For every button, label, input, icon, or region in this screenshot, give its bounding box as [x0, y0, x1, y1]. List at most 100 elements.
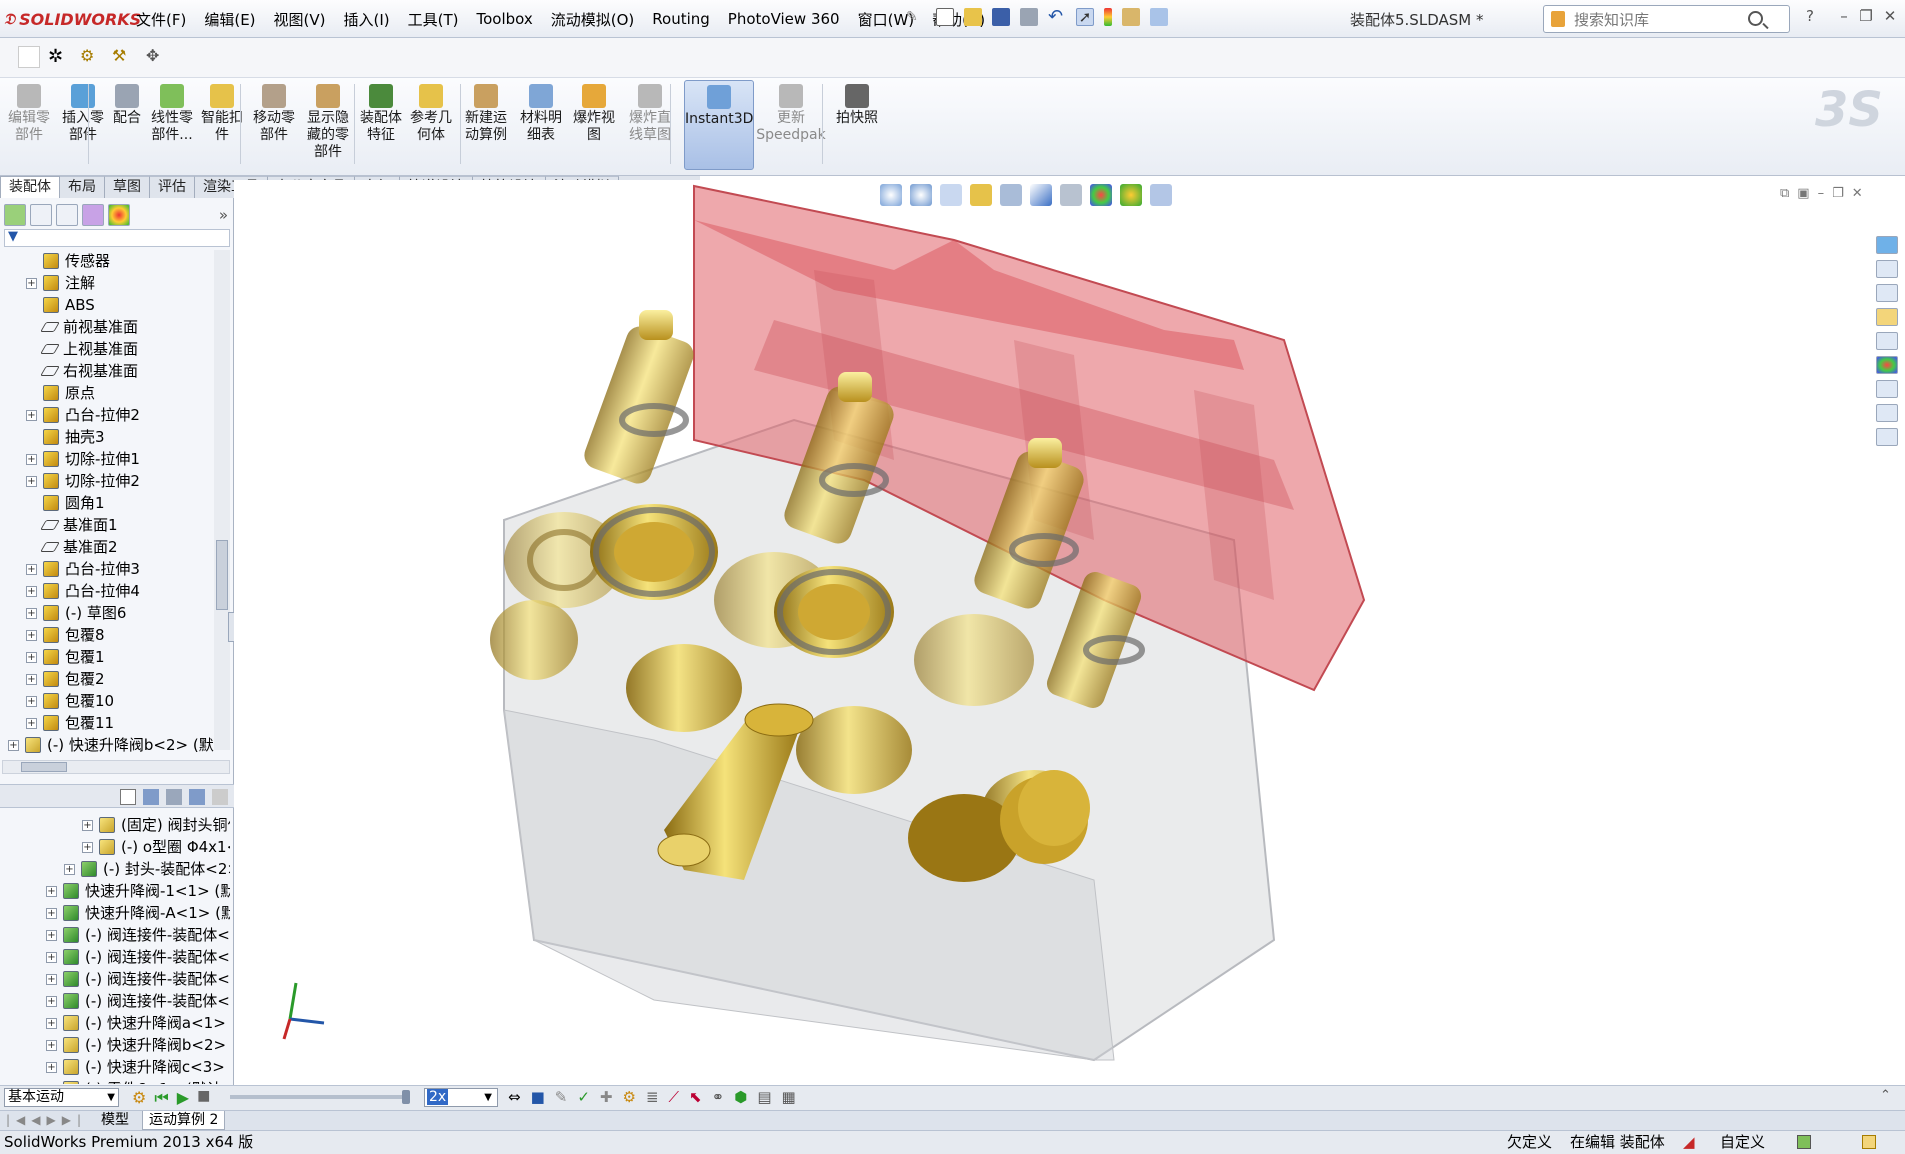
results-icon[interactable]: ▤: [757, 1088, 771, 1106]
forum-tab-icon[interactable]: [1876, 428, 1898, 446]
expand-toggle-icon[interactable]: +: [26, 673, 37, 685]
rebuild-icon[interactable]: [1104, 8, 1112, 26]
expand-toggle-icon[interactable]: +: [26, 475, 37, 487]
tree-node[interactable]: 上视基准面: [26, 338, 138, 360]
tree-node[interactable]: + (-) 阀连接件-装配体<4: [46, 990, 230, 1012]
property-manager-tab-icon[interactable]: [30, 204, 52, 226]
menu-item[interactable]: 工具(T): [408, 9, 459, 30]
zoom-to-fit-icon[interactable]: [880, 184, 902, 206]
calculate-icon[interactable]: ⚙: [132, 1088, 146, 1108]
menu-item[interactable]: 流动模拟(O): [551, 9, 635, 30]
tree-node[interactable]: 基准面2: [26, 536, 118, 558]
tree-node[interactable]: + 快速升降阀-A<1> (默认: [46, 902, 230, 924]
tree-node[interactable]: + 切除-拉伸1: [26, 448, 140, 470]
expand-toggle-icon[interactable]: +: [46, 1039, 57, 1051]
viewport-window-controls[interactable]: ⧉▣–❐✕: [1780, 186, 1871, 201]
menu-item[interactable]: Routing: [652, 10, 710, 28]
feature-tree-tab-icon[interactable]: [4, 204, 26, 226]
tree-node[interactable]: + (-) 快速升降阀b<2> (默认: [8, 734, 214, 756]
design-library-tab-icon[interactable]: [1876, 260, 1898, 278]
tree-node[interactable]: + (-) 快速升降阀a<1> (默: [46, 1012, 230, 1034]
motion-study-type-select[interactable]: 基本运动 ▼: [4, 1088, 119, 1107]
autokey-icon[interactable]: ✓: [577, 1088, 590, 1106]
search-icon[interactable]: [1748, 11, 1763, 26]
tab-model[interactable]: 模型: [95, 1111, 135, 1130]
menu-item[interactable]: 插入(I): [344, 9, 390, 30]
menu-item[interactable]: 文件(F): [136, 9, 186, 30]
timeline-slider[interactable]: [402, 1090, 410, 1104]
section-view-icon[interactable]: [970, 184, 992, 206]
smart-mate-icon[interactable]: ⚒: [112, 46, 126, 65]
expand-toggle-icon[interactable]: +: [46, 885, 57, 897]
open-file-icon[interactable]: [964, 8, 982, 26]
unit-system[interactable]: 自定义: [1720, 1131, 1765, 1153]
flyout-icon[interactable]: ✲: [48, 46, 63, 67]
expand-toggle-icon[interactable]: +: [26, 695, 37, 707]
tab-navigation-arrows[interactable]: |◀◀▶▶|: [6, 1113, 87, 1127]
edit-appearance-icon[interactable]: [1090, 184, 1112, 206]
tree-node[interactable]: + (-) 阀连接件-装配体<3: [46, 968, 230, 990]
expand-toggle-icon[interactable]: +: [64, 863, 75, 875]
collapse-motion-manager-icon[interactable]: ⌃: [1880, 1088, 1891, 1103]
expand-toggle-icon[interactable]: +: [46, 1061, 57, 1073]
contact-icon[interactable]: ⚭: [712, 1088, 725, 1106]
appearances-tab-icon[interactable]: [1876, 356, 1898, 374]
view-palette-tab-icon[interactable]: [1876, 332, 1898, 350]
command-tab[interactable]: 装配体: [0, 176, 60, 198]
motor-icon[interactable]: ⚙: [623, 1088, 636, 1106]
minimize-button[interactable]: –: [1834, 6, 1854, 26]
ribbon-button[interactable]: 线性零 部件...: [146, 80, 198, 170]
playback-timeline[interactable]: [230, 1090, 410, 1104]
ribbon-button[interactable]: 更新 Speedpak: [756, 80, 826, 170]
save-icon[interactable]: [992, 8, 1010, 26]
tree-hscrollbar[interactable]: [2, 760, 230, 774]
menu-item[interactable]: 编辑(E): [204, 9, 255, 30]
tree-node[interactable]: 前视基准面: [26, 316, 138, 338]
search-knowledge-base[interactable]: 搜索知识库: [1543, 5, 1790, 33]
tree-node[interactable]: + 包覆1: [26, 646, 105, 668]
tree-node[interactable]: + (-) 封头-装配体<2>: [64, 858, 230, 880]
command-tab[interactable]: 评估: [150, 176, 195, 198]
tree-node[interactable]: + (-) 快速升降阀b<2> (默: [46, 1034, 230, 1056]
filter-mates-icon[interactable]: [189, 789, 205, 805]
view-settings-icon[interactable]: [1150, 184, 1172, 206]
ribbon-button[interactable]: 配合: [110, 80, 144, 170]
expand-toggle-icon[interactable]: +: [8, 739, 19, 751]
ribbon-button[interactable]: 显示隐 藏的零 部件: [302, 80, 354, 170]
expand-toggle-icon[interactable]: +: [46, 995, 57, 1007]
new-file-icon[interactable]: [936, 8, 954, 26]
restore-button[interactable]: ❐: [1856, 6, 1876, 26]
configuration-tab-icon[interactable]: [56, 204, 78, 226]
expand-toggle-icon[interactable]: +: [26, 585, 37, 597]
tab-motion-study-2[interactable]: 运动算例 2: [142, 1111, 226, 1130]
play-from-start-icon[interactable]: ⏮: [154, 1088, 168, 1108]
expand-toggle-icon[interactable]: +: [26, 277, 37, 289]
gravity-icon[interactable]: ⬢: [734, 1088, 747, 1106]
menu-item[interactable]: 视图(V): [274, 9, 326, 30]
close-button[interactable]: ✕: [1880, 6, 1900, 26]
expand-toggle-icon[interactable]: +: [46, 907, 57, 919]
custom-properties-tab-icon[interactable]: [1876, 380, 1898, 398]
previous-view-icon[interactable]: [940, 184, 962, 206]
playback-speed-select[interactable]: 2x ▼: [424, 1088, 498, 1107]
file-explorer-tab-icon[interactable]: [1876, 284, 1898, 302]
expand-toggle-icon[interactable]: +: [26, 409, 37, 421]
play-icon[interactable]: ▶: [177, 1088, 189, 1108]
graphics-area[interactable]: [234, 180, 1882, 1088]
animation-wizard-icon[interactable]: ✎: [555, 1088, 568, 1106]
tree-node[interactable]: 右视基准面: [26, 360, 138, 382]
tree-node[interactable]: + 包覆2: [26, 668, 105, 690]
save-animation-icon[interactable]: ■: [531, 1088, 545, 1106]
add-key-icon[interactable]: ✚: [600, 1088, 613, 1106]
expand-toggle-icon[interactable]: +: [82, 819, 93, 831]
tree-node[interactable]: + 切除-拉伸2: [26, 470, 140, 492]
playback-mode-icon[interactable]: ⇔: [508, 1088, 521, 1106]
damper-icon[interactable]: ⟋: [669, 1088, 680, 1106]
tree-node[interactable]: + 包覆8: [26, 624, 105, 646]
study-properties-icon[interactable]: ▦: [782, 1088, 796, 1106]
spring-icon[interactable]: ≣: [646, 1088, 659, 1106]
expand-toggle-icon[interactable]: +: [26, 453, 37, 465]
tree-node[interactable]: 传感器: [26, 250, 110, 272]
tree-node[interactable]: 基准面1: [26, 514, 118, 536]
ribbon-button[interactable]: 参考几 何体: [408, 80, 454, 170]
